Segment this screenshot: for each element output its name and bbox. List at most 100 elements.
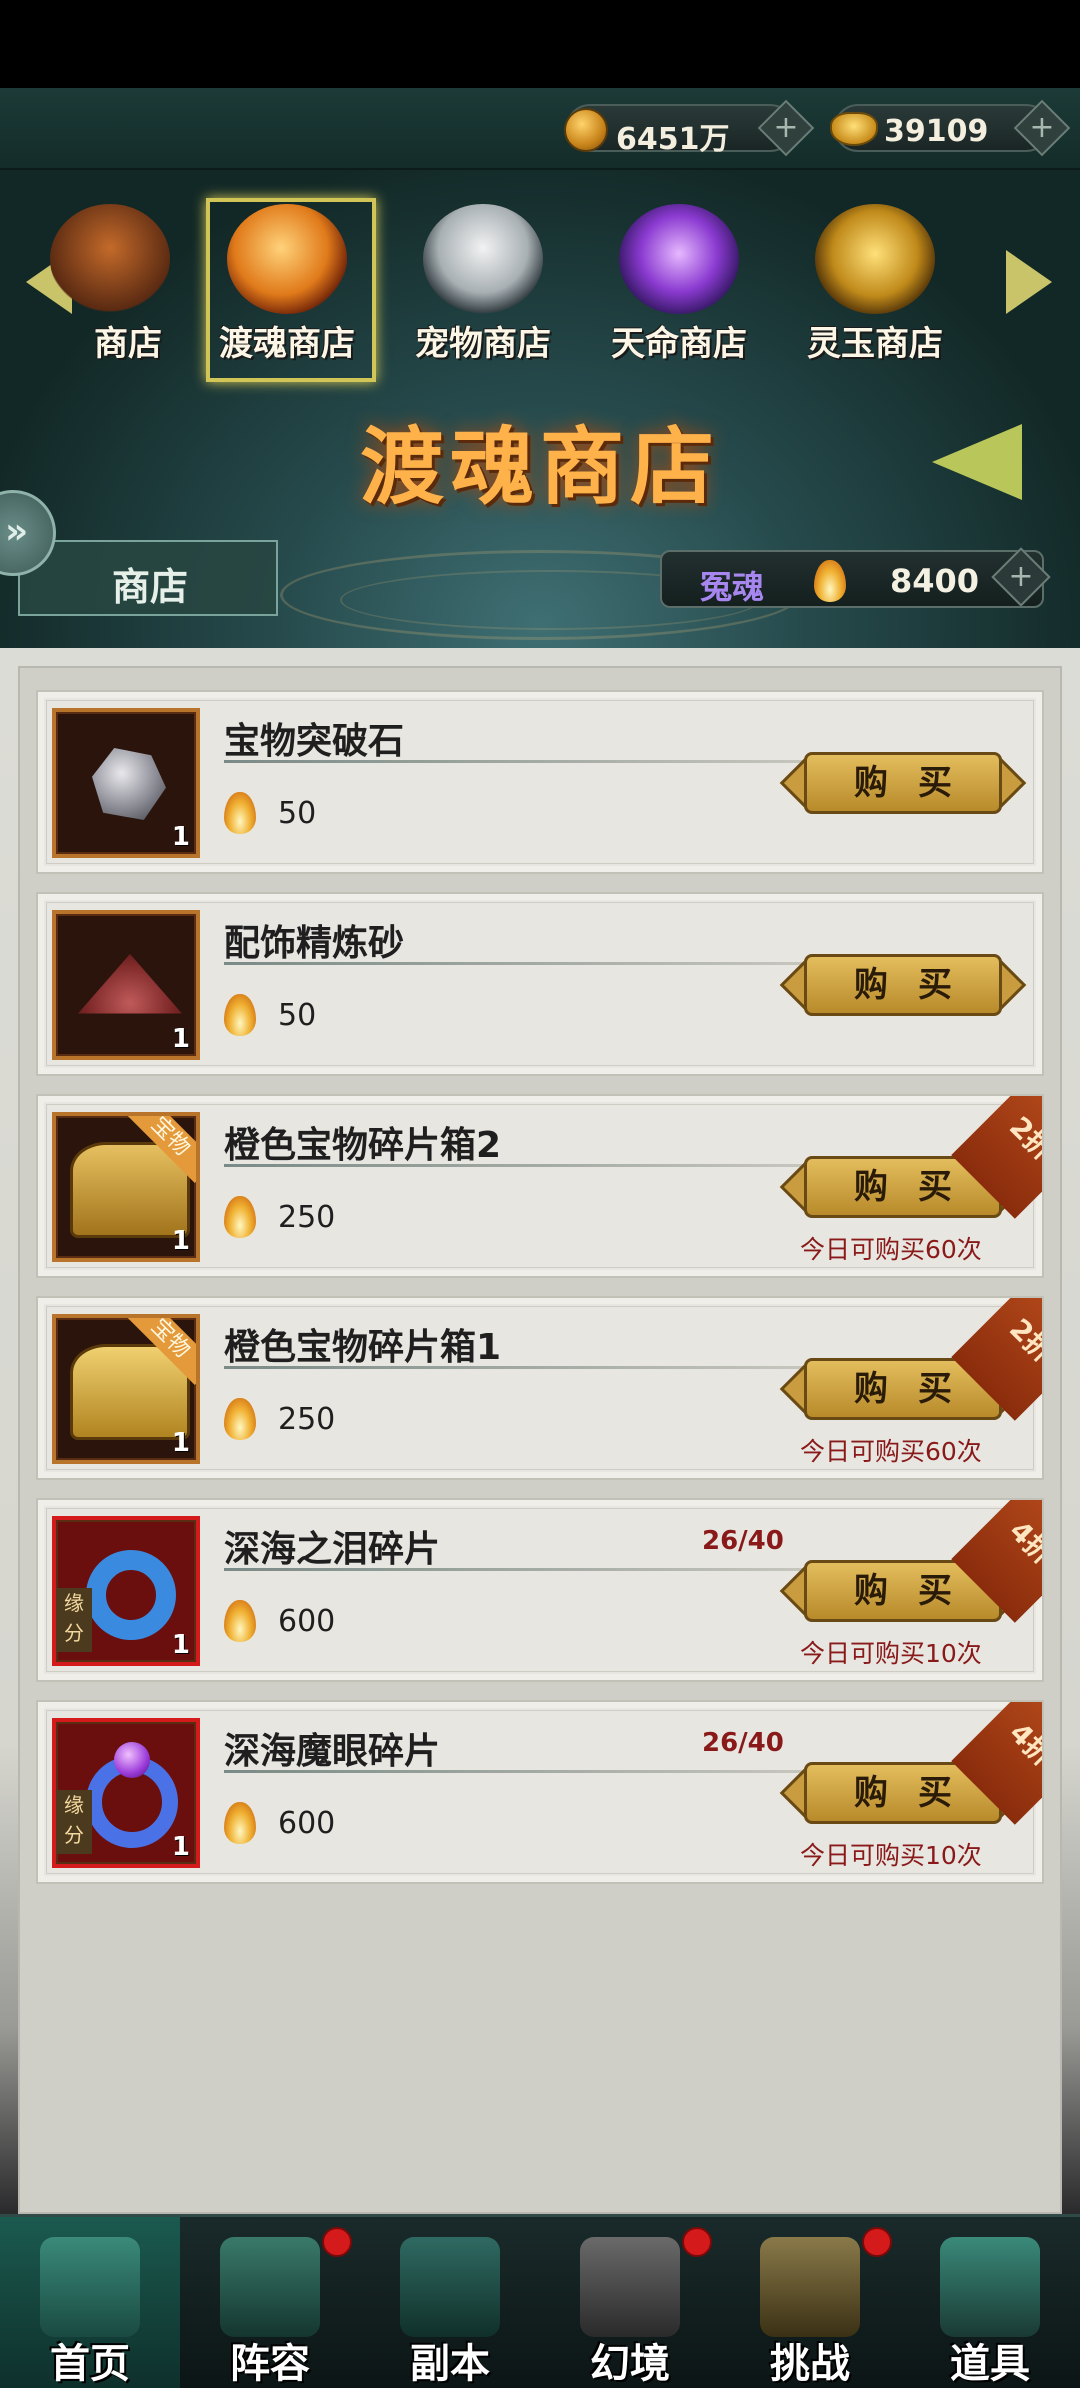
stone-icon — [92, 748, 166, 820]
item-price: 600 — [278, 1806, 336, 1841]
notification-badge — [682, 2227, 712, 2257]
item-price: 250 — [278, 1200, 336, 1235]
item-price: 600 — [278, 1604, 336, 1639]
notification-badge — [322, 2227, 352, 2257]
flame-icon — [814, 560, 846, 602]
fate-tag: 缘分 — [56, 1588, 92, 1652]
item-icon[interactable]: 宝物 1 — [52, 1112, 200, 1262]
nav-illusion[interactable]: 幻境 — [540, 2217, 720, 2388]
tab-jade-shop[interactable]: 灵玉商店 — [790, 198, 960, 368]
item-icon[interactable]: 缘分 1 — [52, 1718, 200, 1868]
tab-soul-shop[interactable]: 渡魂商店 — [202, 198, 376, 382]
tab-label: 商店 — [94, 324, 162, 364]
item-name: 配饰精炼砂 — [224, 923, 405, 964]
scroll-map-icon — [760, 2237, 860, 2337]
item-qty: 1 — [171, 1024, 190, 1054]
gold-ingot-icon — [830, 112, 878, 146]
item-qty: 1 — [171, 1226, 190, 1256]
dragon-icon — [423, 204, 543, 314]
coin-icon — [564, 108, 608, 152]
book-icon — [220, 2237, 320, 2337]
jade-ring-icon — [86, 1550, 176, 1640]
purple-pyramid-icon — [619, 204, 739, 314]
soul-flame-icon — [227, 204, 347, 314]
tab-label: 灵玉商店 — [807, 324, 943, 364]
list-item: 宝物 1 橙色宝物碎片箱2 250 购买 今日可购买60次 2折 — [36, 1094, 1044, 1278]
item-icon[interactable]: 缘分 1 — [52, 1516, 200, 1666]
tab-label: 天命商店 — [611, 324, 747, 364]
item-name: 宝物突破石 — [224, 721, 405, 762]
back-button[interactable] — [932, 404, 1032, 514]
shop-art-icon — [50, 204, 170, 314]
item-name: 深海魔眼碎片 — [224, 1731, 441, 1772]
tab-label: 宠物商店 — [415, 324, 551, 364]
bag-icon — [940, 2237, 1040, 2337]
add-soul-button[interactable]: + — [991, 547, 1051, 607]
nav-dungeon[interactable]: 副本 — [360, 2217, 540, 2388]
nav-label: 幻境 — [590, 2341, 670, 2387]
shop-header: 商店 渡魂商店 宠物商店 天命商店 灵玉商店 渡魂商店 商店 » 冤魂 8400… — [0, 170, 1080, 648]
nav-lineup[interactable]: 阵容 — [180, 2217, 360, 2388]
item-price: 50 — [278, 998, 317, 1033]
soul-amount: 8400 — [890, 562, 980, 600]
nav-challenge[interactable]: 挑战 — [720, 2217, 900, 2388]
nav-label: 道具 — [950, 2341, 1030, 2387]
purchase-limit: 今日可购买60次 — [800, 1235, 982, 1264]
purchase-limit: 今日可购买10次 — [800, 1639, 982, 1668]
nav-label: 阵容 — [230, 2341, 310, 2387]
nav-items[interactable]: 道具 — [900, 2217, 1080, 2388]
item-qty: 1 — [171, 1428, 190, 1458]
tab-shop-partial[interactable]: 商店 — [0, 198, 170, 368]
item-icon[interactable]: 1 — [52, 708, 200, 858]
item-qty: 1 — [171, 1832, 190, 1862]
tab-pet-shop[interactable]: 宠物商店 — [398, 198, 568, 368]
item-name: 橙色宝物碎片箱1 — [224, 1327, 502, 1368]
shop-label-text: 商店 — [112, 565, 189, 609]
list-item: 1 宝物突破石 50 购买 — [36, 690, 1044, 874]
item-icon[interactable]: 宝物 1 — [52, 1314, 200, 1464]
shop-label-tab[interactable]: 商店 — [18, 540, 278, 616]
fate-tag: 缘分 — [56, 1790, 92, 1854]
notification-badge — [862, 2227, 892, 2257]
add-coins-button[interactable]: + — [757, 99, 815, 157]
flame-icon — [224, 1802, 256, 1844]
nav-label: 首页 — [50, 2341, 130, 2387]
list-item: 宝物 1 橙色宝物碎片箱1 250 购买 今日可购买60次 2折 — [36, 1296, 1044, 1480]
gold-balance: 39109 + — [830, 99, 1071, 157]
add-gold-button[interactable]: + — [1013, 99, 1071, 157]
flame-icon — [224, 1600, 256, 1642]
buy-label: 购买 — [854, 965, 982, 1005]
soul-currency-name: 冤魂 — [700, 568, 765, 606]
item-price: 50 — [278, 796, 317, 831]
item-qty: 1 — [171, 1630, 190, 1660]
soul-balance: 冤魂 8400 + — [660, 547, 1051, 608]
double-chevron-icon: » — [5, 511, 29, 552]
bottom-nav: 首页 阵容 副本 幻境 挑战 道具 — [0, 2214, 1080, 2388]
flame-icon — [224, 1398, 256, 1440]
tab-destiny-shop[interactable]: 天命商店 — [594, 198, 764, 368]
buy-button[interactable]: 购买 — [779, 752, 1027, 814]
flame-icon — [224, 792, 256, 834]
item-qty: 1 — [171, 822, 190, 852]
flame-icon — [224, 1196, 256, 1238]
list-item: 1 配饰精炼砂 50 购买 — [36, 892, 1044, 1076]
treasure-chest-icon — [815, 204, 935, 314]
status-bar — [0, 0, 1080, 88]
nav-label: 挑战 — [770, 2341, 850, 2387]
list-item: 缘分 1 深海魔眼碎片 26/40 600 购买 今日可购买10次 4折 — [36, 1700, 1044, 1884]
item-price: 250 — [278, 1402, 336, 1437]
scroll-right-arrow-icon[interactable] — [1006, 250, 1052, 314]
currency-bar: 6451万 + 39109 + — [0, 88, 1080, 170]
purchase-limit: 今日可购买60次 — [800, 1437, 982, 1466]
pagoda-icon — [40, 2237, 140, 2337]
buy-button[interactable]: 购买 — [779, 954, 1027, 1016]
plus-icon: + — [1029, 110, 1055, 145]
tab-label: 渡魂商店 — [219, 324, 355, 364]
item-name: 深海之泪碎片 — [224, 1529, 441, 1570]
item-icon[interactable]: 1 — [52, 910, 200, 1060]
fragment-progress: 26/40 — [702, 1728, 784, 1758]
coin-value: 6451万 — [616, 122, 730, 157]
nav-home[interactable]: 首页 — [0, 2217, 180, 2388]
sword-icon — [400, 2237, 500, 2337]
purple-gem-icon — [114, 1742, 150, 1778]
